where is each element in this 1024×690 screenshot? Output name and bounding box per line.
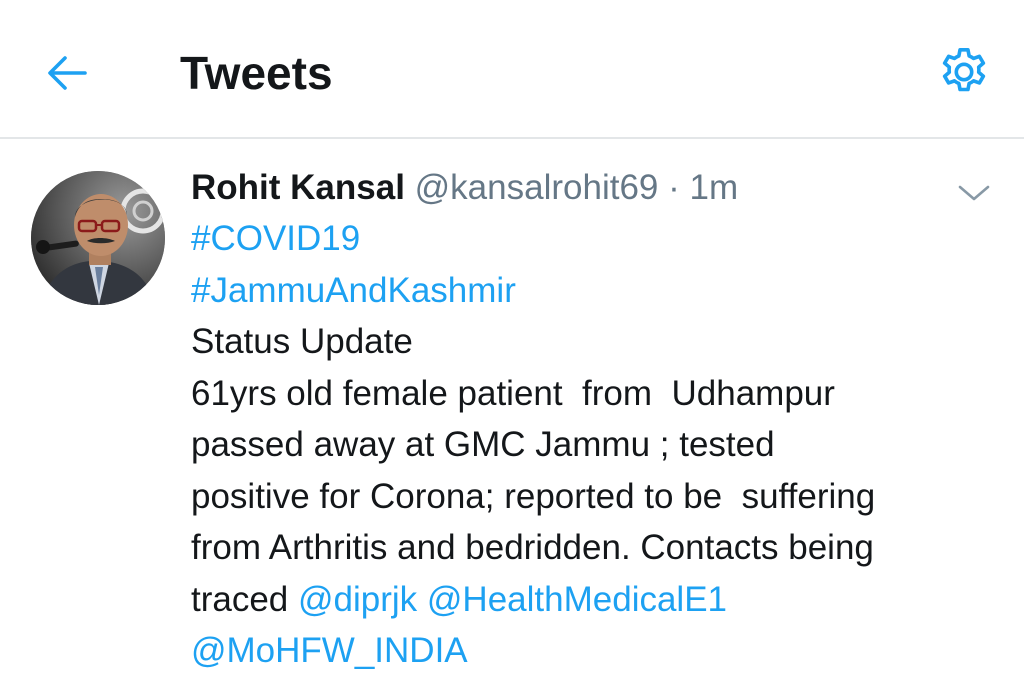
mention-link[interactable]: @diprjk (298, 580, 417, 619)
back-button[interactable] (38, 46, 96, 100)
tweet-text-line: passed away at GMC Jammu ; tested (191, 425, 775, 464)
settings-button[interactable] (930, 38, 998, 106)
hashtag-link[interactable]: #COVID19 (191, 213, 991, 265)
avatar[interactable] (31, 171, 165, 305)
tweet-card[interactable]: Rohit Kansal @kansalrohit69 · 1m #COVID1… (0, 139, 1024, 690)
top-app-bar: Tweets (0, 0, 1024, 139)
chevron-down-icon (958, 185, 990, 201)
avatar-photo (31, 171, 165, 305)
hashtag-link[interactable]: #JammuAndKashmir (191, 265, 991, 317)
arrow-left-icon (48, 56, 87, 90)
mention-link[interactable]: @MoHFW_INDIA (191, 625, 991, 677)
page-title: Tweets (180, 47, 333, 99)
separator-dot: · (668, 168, 680, 207)
tweet-text-line-with-mentions: traced @diprjk @HealthMedicalE1 (191, 574, 991, 626)
tweet-timestamp[interactable]: 1m (690, 168, 739, 207)
gear-icon (942, 48, 986, 92)
tweet-text-fragment: traced (191, 579, 298, 619)
tweet-header: Rohit Kansal @kansalrohit69 · 1m (191, 164, 991, 212)
tweet-text-line: from Arthritis and bedridden. Contacts b… (191, 528, 874, 567)
tweet-menu-button[interactable] (952, 175, 996, 211)
author-name[interactable]: Rohit Kansal (191, 168, 405, 207)
mention-link[interactable]: @HealthMedicalE1 (427, 580, 727, 619)
twitter-app: Tweets Rohit Kansal @kansalrohit69 · 1m … (0, 0, 1024, 690)
tweet-text-line: positive for Corona; reported to be suff… (191, 476, 876, 516)
tweet-body: Rohit Kansal @kansalrohit69 · 1m #COVID1… (191, 164, 991, 677)
tweet-text: #COVID19 #JammuAndKashmir Status Update … (191, 213, 991, 677)
tweet-text-line: Status Update (191, 322, 413, 361)
author-handle[interactable]: @kansalrohit69 (415, 168, 659, 207)
tweet-text-line: 61yrs old female patient from Udhampur (191, 373, 835, 413)
